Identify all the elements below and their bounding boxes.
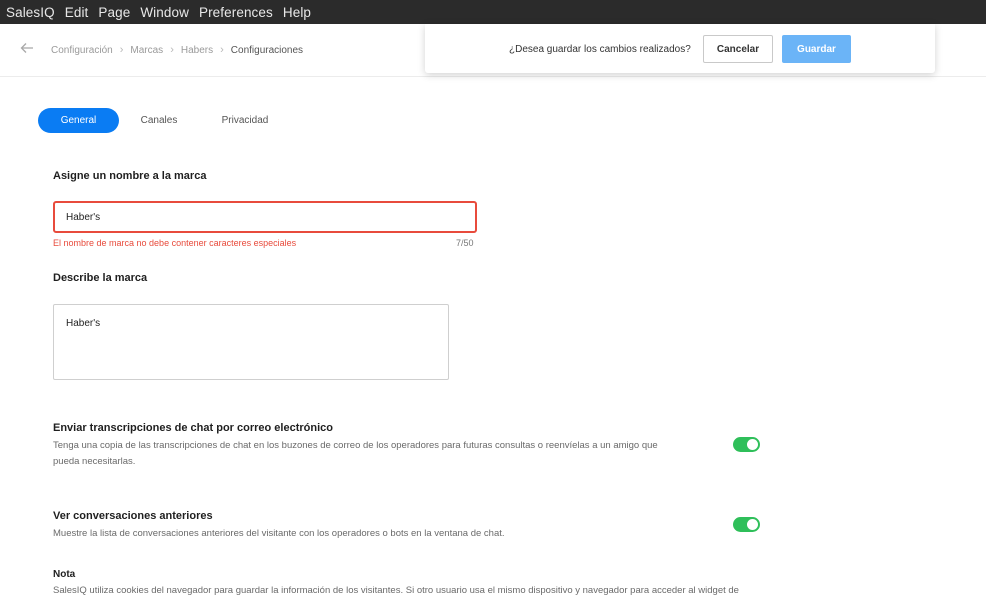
brand-name-label: Asigne un nombre a la marca — [53, 170, 207, 182]
email-transcripts-description-line2: pueda necesitarlas. — [53, 456, 136, 467]
brand-name-counter: 7/50 — [456, 238, 474, 248]
cancel-button[interactable]: Cancelar — [703, 35, 773, 63]
menu-salesiq[interactable]: SalesIQ — [6, 5, 55, 20]
tab-general[interactable]: General — [38, 108, 119, 133]
note-title: Nota — [53, 569, 76, 580]
email-transcripts-title: Enviar transcripciones de chat por corre… — [53, 422, 333, 434]
note-text: SalesIQ utiliza cookies del navegador pa… — [53, 585, 739, 596]
breadcrumb: Configuración › Marcas › Habers › Config… — [51, 44, 303, 56]
tab-canales[interactable]: Canales — [133, 108, 185, 133]
save-prompt-question: ¿Desea guardar los cambios realizados? — [509, 44, 691, 55]
chevron-right-icon: › — [170, 44, 174, 56]
chevron-right-icon: › — [220, 44, 224, 56]
toggle-knob — [747, 439, 758, 450]
brand-description-textarea[interactable]: Haber's — [53, 304, 449, 380]
past-conversations-description: Muestre la lista de conversaciones anter… — [53, 528, 505, 539]
menu-page[interactable]: Page — [98, 5, 130, 20]
menu-window[interactable]: Window — [140, 5, 189, 20]
chevron-right-icon: › — [119, 44, 124, 56]
brand-name-input[interactable]: Haber's — [53, 201, 477, 233]
menu-edit[interactable]: Edit — [65, 5, 89, 20]
breadcrumb-habers[interactable]: Habers — [181, 45, 213, 56]
back-arrow-icon[interactable] — [20, 41, 38, 59]
breadcrumb-configuracion[interactable]: Configuración — [51, 45, 113, 56]
past-conversations-title: Ver conversaciones anteriores — [53, 510, 213, 522]
menu-help[interactable]: Help — [283, 5, 311, 20]
menu-preferences[interactable]: Preferences — [199, 5, 273, 20]
breadcrumb-marcas[interactable]: Marcas — [130, 45, 163, 56]
os-menubar: SalesIQ Edit Page Window Preferences Hel… — [0, 0, 986, 24]
brand-name-error: El nombre de marca no debe contener cara… — [53, 238, 297, 248]
email-transcripts-toggle[interactable] — [733, 437, 760, 452]
brand-description-label: Describe la marca — [53, 272, 148, 284]
save-button[interactable]: Guardar — [782, 35, 851, 63]
toggle-knob — [747, 519, 758, 530]
breadcrumb-configuraciones: Configuraciones — [230, 44, 304, 56]
save-changes-prompt: ¿Desea guardar los cambios realizados? C… — [425, 24, 935, 73]
tab-privacidad[interactable]: Privacidad — [213, 108, 277, 133]
past-conversations-toggle[interactable] — [733, 517, 760, 532]
email-transcripts-description-line1: Tenga una copia de las transcripciones d… — [53, 440, 658, 451]
